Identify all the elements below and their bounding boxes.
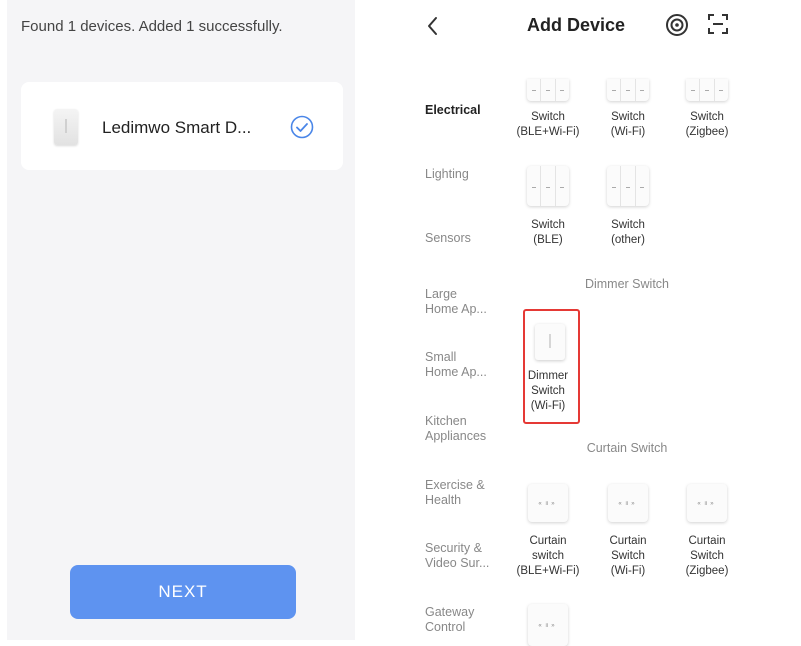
device-card[interactable]: Ledimwo Smart D... bbox=[21, 82, 343, 170]
device-curtain-wifi[interactable]: Curtain Switch (Wi-Fi) bbox=[588, 534, 668, 579]
add-result-panel: Found 1 devices. Added 1 successfully. L… bbox=[7, 0, 355, 640]
device-curtain-ble-wifi[interactable]: Curtain switch (BLE+Wi-Fi) bbox=[508, 534, 588, 579]
device-thumbnail bbox=[54, 109, 78, 145]
category-small-home-appliances[interactable]: Small Home Ap... bbox=[425, 350, 505, 380]
curtain-switch-icon: «॥» bbox=[608, 484, 648, 522]
device-label: Dimmer Switch (Wi-Fi) bbox=[527, 370, 569, 412]
device-switch-wifi[interactable]: Switch (Wi-Fi) bbox=[588, 110, 668, 140]
device-label: Switch (other) bbox=[611, 219, 645, 246]
chevron-left-icon[interactable] bbox=[423, 13, 443, 39]
switch-icon bbox=[686, 79, 728, 101]
scan-icon[interactable] bbox=[707, 13, 729, 35]
category-kitchen-appliances[interactable]: Kitchen Appliances bbox=[425, 414, 505, 444]
category-large-home-appliances[interactable]: Large Home Ap... bbox=[425, 287, 505, 317]
category-exercise-health[interactable]: Exercise & Health bbox=[425, 478, 505, 508]
curtain-switch-icon: «॥» bbox=[687, 484, 727, 522]
device-switch-zigbee[interactable]: Switch (Zigbee) bbox=[667, 110, 747, 140]
device-switch-other[interactable]: Switch (other) bbox=[588, 218, 668, 248]
device-label: Switch (Zigbee) bbox=[685, 111, 729, 138]
device-label: Curtain Switch (Zigbee) bbox=[685, 535, 729, 577]
switch-icon bbox=[527, 166, 569, 206]
category-gateway-control[interactable]: Gateway Control bbox=[425, 605, 505, 635]
device-label: Curtain switch (BLE+Wi-Fi) bbox=[516, 535, 580, 577]
dimmer-switch-icon bbox=[535, 324, 565, 360]
found-devices-message: Found 1 devices. Added 1 successfully. bbox=[21, 18, 283, 35]
curtain-switch-icon: «॥» bbox=[528, 604, 568, 646]
section-title-curtain: Curtain Switch bbox=[586, 441, 668, 455]
category-lighting[interactable]: Lighting bbox=[425, 167, 505, 182]
device-switch-ble-wifi[interactable]: Switch (BLE+Wi-Fi) bbox=[508, 110, 588, 140]
switch-icon bbox=[607, 166, 649, 206]
device-curtain-zigbee[interactable]: Curtain Switch (Zigbee) bbox=[667, 534, 747, 579]
device-switch-ble[interactable]: Switch (BLE) bbox=[508, 218, 588, 248]
switch-icon bbox=[527, 79, 569, 101]
category-security-video[interactable]: Security & Video Sur... bbox=[425, 541, 505, 571]
page-title: Add Device bbox=[526, 15, 626, 35]
device-label: Switch (Wi-Fi) bbox=[610, 111, 646, 138]
category-sensors[interactable]: Sensors bbox=[425, 231, 505, 246]
category-electrical[interactable]: Electrical bbox=[425, 103, 505, 118]
curtain-switch-icon: «॥» bbox=[528, 484, 568, 522]
target-icon[interactable] bbox=[665, 13, 689, 37]
device-name: Ledimwo Smart D... bbox=[102, 118, 252, 137]
section-title-dimmer: Dimmer Switch bbox=[584, 277, 670, 291]
device-label: Curtain Switch (Wi-Fi) bbox=[609, 535, 647, 577]
device-dimmer-switch-wifi[interactable]: Dimmer Switch (Wi-Fi) bbox=[508, 369, 588, 414]
check-circle-icon bbox=[290, 115, 314, 139]
add-device-panel: Add Device Electrical Lighting Sensors L… bbox=[407, 0, 801, 646]
device-label: Switch (BLE+Wi-Fi) bbox=[516, 111, 580, 138]
next-button[interactable]: NEXT bbox=[70, 565, 296, 619]
device-label: Switch (BLE) bbox=[531, 219, 565, 246]
switch-icon bbox=[607, 79, 649, 101]
